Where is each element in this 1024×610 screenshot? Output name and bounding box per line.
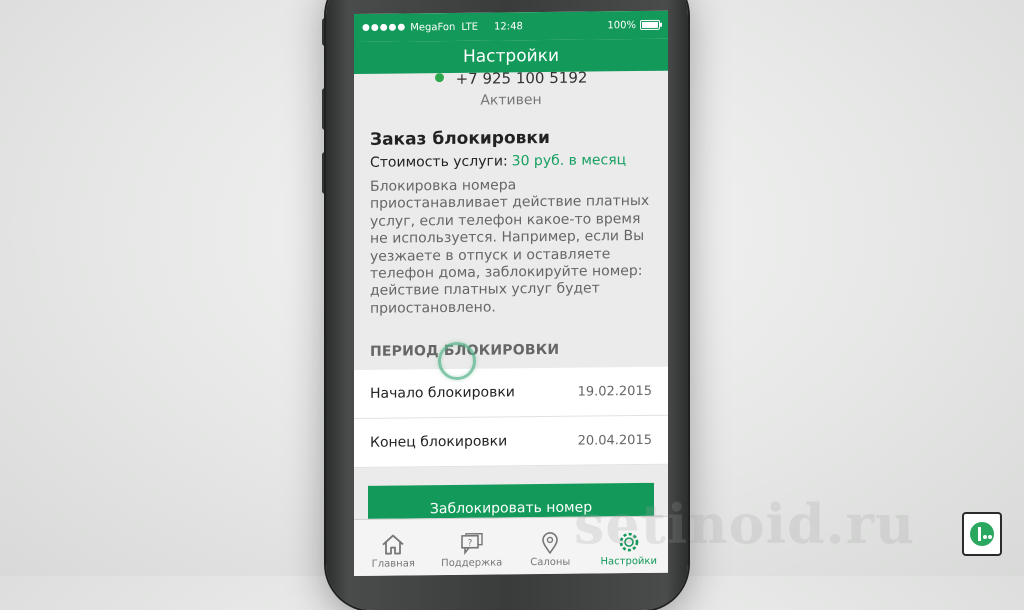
period-start-label: Начало блокировки <box>370 384 515 403</box>
network-type: LTE <box>461 21 478 33</box>
settings-content[interactable]: +7 925 100 5192 Активен Заказ блокировки… <box>354 71 668 361</box>
period-start-date[interactable]: 19.02.2015 <box>578 384 652 400</box>
service-title: Заказ блокировки <box>370 127 550 150</box>
megafon-logo <box>962 512 1002 556</box>
battery-percent: 100% <box>607 19 636 31</box>
tab-home[interactable]: Главная <box>354 519 433 576</box>
signal-strength-indicator: ●●●●● <box>362 22 407 33</box>
period-list: Начало блокировки 19.02.2015 Конец блоки… <box>354 366 668 469</box>
service-price-value: 30 руб. в месяц <box>511 152 627 170</box>
service-price-label: Стоимость услуги: <box>370 153 508 171</box>
svg-text:?: ? <box>467 539 472 549</box>
tab-settings-label: Настройки <box>600 555 657 568</box>
account-phone-row: +7 925 100 5192 <box>370 71 652 90</box>
page-title: Настройки <box>462 45 559 67</box>
tab-home-label: Главная <box>371 558 415 570</box>
battery-icon <box>640 19 660 31</box>
navigation-bar: Настройки <box>354 38 668 74</box>
service-description: Блокировка номера приостанавливает дейст… <box>370 177 650 317</box>
map-pin-icon <box>542 532 559 555</box>
period-end-row[interactable]: Конец блокировки 20.04.2015 <box>354 415 668 469</box>
watermark-text: setinoid.ru <box>574 492 916 556</box>
status-bar: ●●●●● MegaFon LTE 12:48 100% <box>354 10 668 42</box>
clock: 12:48 <box>494 20 523 33</box>
tab-support[interactable]: ? Поддержка <box>433 518 512 575</box>
period-end-label: Конец блокировки <box>370 433 508 452</box>
period-section-header: ПЕРИОД БЛОКИРОВКИ <box>370 342 560 361</box>
tab-support-label: Поддержка <box>441 557 503 570</box>
service-price-row: Стоимость услуги: 30 руб. в месяц <box>370 152 652 171</box>
battery-status: 100% <box>607 19 660 31</box>
period-start-row[interactable]: Начало блокировки 19.02.2015 <box>354 366 668 420</box>
support-chat-icon: ? <box>460 532 483 555</box>
touch-indicator <box>438 342 476 380</box>
active-status-dot <box>434 73 444 83</box>
home-icon <box>382 534 404 555</box>
period-end-date[interactable]: 20.04.2015 <box>578 433 652 449</box>
tab-salons-label: Салоны <box>530 556 571 569</box>
account-status: Активен <box>480 92 542 109</box>
carrier-name: MegaFon <box>410 21 456 33</box>
account-phone-number: +7 925 100 5192 <box>455 70 588 88</box>
